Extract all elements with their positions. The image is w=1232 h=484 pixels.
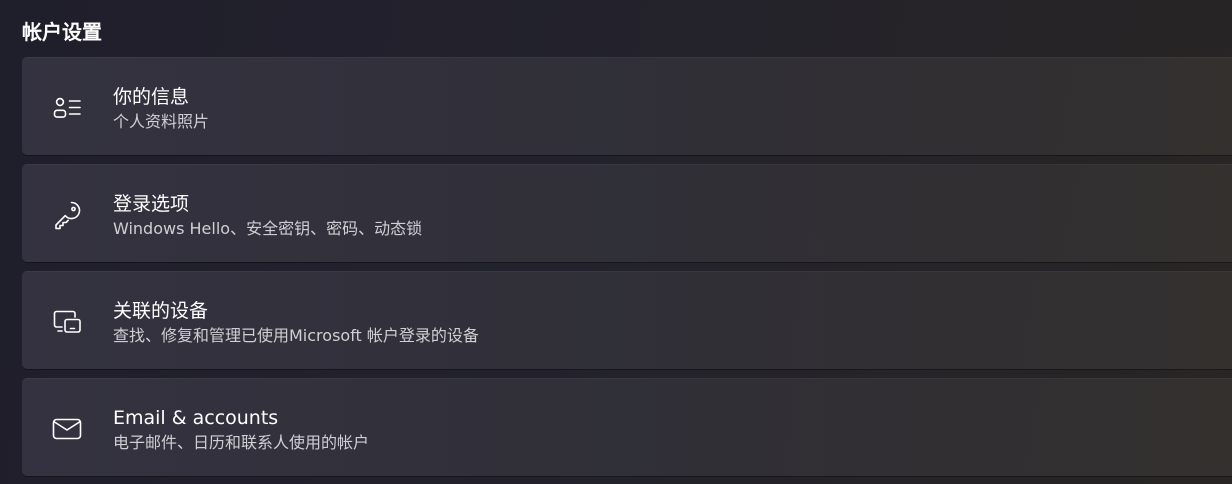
person-list-icon (51, 92, 83, 124)
key-icon (51, 199, 83, 231)
card-subtitle: 电子邮件、日历和联系人使用的帐户 (113, 433, 370, 452)
card-subtitle: Windows Hello、安全密钥、密码、动态锁 (113, 219, 423, 238)
section-title: 帐户设置 (22, 20, 102, 44)
card-your-info[interactable]: 你的信息 个人资料照片 (22, 57, 1232, 155)
mail-icon (51, 413, 83, 445)
card-subtitle: 个人资料照片 (113, 112, 210, 131)
card-sign-in-options[interactable]: 登录选项 Windows Hello、安全密钥、密码、动态锁 (22, 164, 1232, 262)
card-title: 关联的设备 (113, 300, 209, 322)
card-subtitle: 查找、修复和管理已使用Microsoft 帐户登录的设备 (113, 326, 479, 345)
account-settings-list: 你的信息 个人资料照片 登录选项 Windows Hello、安全密钥、密码、动… (22, 57, 1232, 476)
card-title: 你的信息 (113, 86, 190, 108)
card-email-accounts[interactable]: Email & accounts 电子邮件、日历和联系人使用的帐户 (22, 378, 1232, 476)
card-title: 登录选项 (113, 193, 190, 215)
card-linked-devices[interactable]: 关联的设备 查找、修复和管理已使用Microsoft 帐户登录的设备 (22, 271, 1232, 369)
card-title: Email & accounts (113, 407, 279, 429)
linked-devices-icon (51, 306, 83, 338)
